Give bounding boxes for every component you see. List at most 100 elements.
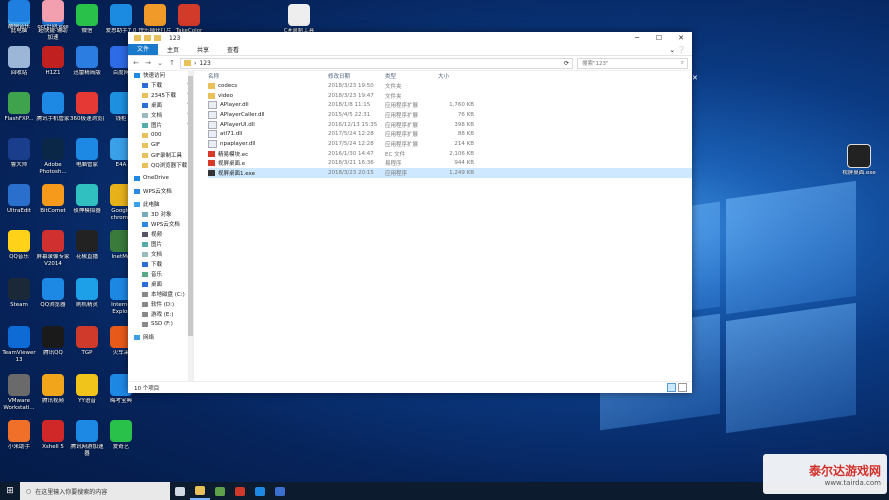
desktop-icon[interactable]: 腾讯QQ: [36, 326, 70, 357]
desktop-icon[interactable]: 微信: [70, 4, 104, 35]
desktop-icon-recorder[interactable]: C#录制工具: [282, 4, 316, 35]
nav-item[interactable]: 2345下载✎: [128, 90, 193, 100]
taskbar-qq-browser-button[interactable]: [250, 482, 270, 500]
breadcrumb[interactable]: 123: [199, 60, 210, 67]
desktop-icon[interactable]: 刷机精灵: [70, 278, 104, 309]
help-icon[interactable]: ⌄ ❔: [669, 46, 692, 54]
desktop-icon[interactable]: Xshell 5: [36, 420, 70, 451]
nav-item[interactable]: GIF: [128, 140, 193, 150]
desktop-icon[interactable]: 腾讯视频: [36, 374, 70, 405]
nav-item[interactable]: 下载✎: [128, 80, 193, 90]
close-button[interactable]: ✕: [670, 34, 692, 42]
nav-item[interactable]: 桌面✎: [128, 100, 193, 110]
recent-chevron-icon[interactable]: ⌄: [156, 59, 164, 67]
back-arrow-icon[interactable]: ←: [132, 59, 140, 67]
desktop-icon[interactable]: TGP: [70, 326, 104, 357]
desktop-icon[interactable]: FlashFXP...: [2, 92, 36, 123]
desktop-icon[interactable]: QQ音乐: [2, 230, 36, 261]
taskbar-app-5-button[interactable]: [270, 482, 290, 500]
desktop-icon[interactable]: 酷狗音乐: [2, 0, 36, 31]
desktop-icon[interactable]: ocr识别.exe: [36, 0, 70, 31]
table-row[interactable]: 视屏桌面1.exe 2018/3/23 20:15 应用程序 1,249 KB: [208, 168, 692, 178]
desktop-icon[interactable]: 屏幕录像专家 V2014: [36, 230, 70, 268]
desktop-icon[interactable]: 鲁大师: [2, 138, 36, 169]
nav-item[interactable]: 文档✎: [128, 110, 193, 120]
desktop-icon[interactable]: QQ浏览器: [36, 278, 70, 309]
title-bar[interactable]: 123 ─ ☐ ✕: [128, 32, 692, 44]
nav-item[interactable]: 桌面: [128, 279, 193, 289]
quick-access-toolbar[interactable]: [128, 35, 161, 41]
desktop-icon[interactable]: 小米助手: [2, 420, 36, 451]
table-row[interactable]: npaplayer.dll 2017/5/24 12:28 应用程序扩展 214 KB: [208, 139, 692, 149]
table-row[interactable]: APlayerUI.dll 2016/12/13 15:35 应用程序扩展 398 K…: [208, 120, 692, 130]
desktop-icon[interactable]: 快乐捕获打片: [138, 4, 172, 35]
table-row[interactable]: 精易模块.ec 2016/1/30 14:47 EC 文件 2,106 KB: [208, 149, 692, 159]
nav-item[interactable]: 本地磁盘 (C:): [128, 289, 193, 299]
desktop-icon[interactable]: YY语音: [70, 374, 104, 405]
desktop-icon-video-desktop[interactable]: 视屏桌面.exe: [842, 144, 876, 177]
nav-scrollbar[interactable]: [188, 70, 193, 382]
tab-share[interactable]: 共享: [188, 45, 218, 54]
large-icons-view-icon[interactable]: [678, 383, 687, 392]
navigation-pane[interactable]: 快速访问下载✎2345下载✎桌面✎文档✎图片✎ 000 GIF GIF录制工具 QQ浏览…: [128, 70, 194, 382]
desktop-icon[interactable]: UltraEdit: [2, 184, 36, 215]
nav-item[interactable]: 网络: [128, 332, 193, 342]
tab-view[interactable]: 查看: [218, 45, 248, 54]
nav-item[interactable]: QQ浏览器下载: [128, 160, 193, 170]
minimize-button[interactable]: ─: [626, 34, 648, 42]
maximize-button[interactable]: ☐: [648, 34, 670, 42]
desktop-icon[interactable]: 回收站: [2, 46, 36, 77]
taskbar-task-view-button[interactable]: [170, 482, 190, 500]
nav-item[interactable]: WPS云文档: [128, 186, 193, 196]
nav-item[interactable]: SSD (F:): [128, 319, 193, 329]
nav-item[interactable]: OneDrive: [128, 173, 193, 183]
desktop-icon[interactable]: 腾讯手机管家: [36, 92, 70, 123]
nav-item[interactable]: 软件 (D:): [128, 299, 193, 309]
desktop-icon[interactable]: 360极速浏览器: [70, 92, 104, 123]
desktop-icon[interactable]: TakeColor: [172, 4, 206, 35]
column-type[interactable]: 类型: [385, 72, 438, 80]
desktop-icon[interactable]: 腾讯网游加速 器: [70, 420, 104, 458]
nav-item[interactable]: 游戏 (E:): [128, 309, 193, 319]
nav-item[interactable]: GIF录制工具: [128, 150, 193, 160]
column-size[interactable]: 大小: [438, 72, 474, 80]
nav-item[interactable]: 000: [128, 130, 193, 140]
tab-file[interactable]: 文件: [128, 44, 159, 55]
nav-item[interactable]: 视频: [128, 229, 193, 239]
tab-home[interactable]: 主页: [158, 45, 188, 54]
nav-item[interactable]: 快速访问: [128, 70, 193, 80]
desktop-icon[interactable]: H1Z1: [36, 46, 70, 77]
desktop-icon[interactable]: BitComet: [36, 184, 70, 215]
forward-arrow-icon[interactable]: →: [144, 59, 152, 67]
table-row[interactable]: APlayerCaller.dll 2015/4/5 22:31 应用程序扩展 76 …: [208, 110, 692, 120]
table-row[interactable]: video 2018/3/23 19:47 文件夹: [208, 91, 692, 101]
refresh-icon[interactable]: ⟳: [564, 60, 569, 67]
taskbar-file-explorer-button[interactable]: [190, 482, 210, 500]
nav-item[interactable]: 下载: [128, 259, 193, 269]
nav-item[interactable]: 此电脑: [128, 199, 193, 209]
table-row[interactable]: 视屏桌面.e 2018/3/21 16:36 易程序 944 KB: [208, 159, 692, 169]
up-arrow-icon[interactable]: ↑: [168, 59, 176, 67]
desktop-icon[interactable]: 夜神模拟器: [70, 184, 104, 215]
desktop-icon[interactable]: VMware Workstati...: [2, 374, 36, 412]
nav-item[interactable]: 图片: [128, 239, 193, 249]
table-row[interactable]: APlayer.dll 2018/1/8 11:15 应用程序扩展 1,760 KB: [208, 100, 692, 110]
nav-item[interactable]: 3D 对象: [128, 209, 193, 219]
taskbar-app-2-button[interactable]: [210, 482, 230, 500]
taskbar-app-3-button[interactable]: [230, 482, 250, 500]
desktop-icon[interactable]: Steam: [2, 278, 36, 309]
column-name[interactable]: 名称: [208, 72, 328, 80]
table-row[interactable]: atl71.dll 2017/5/24 12:28 应用程序扩展 88 KB: [208, 129, 692, 139]
desktop-icon[interactable]: 爱思助手7.0: [104, 4, 138, 35]
nav-item[interactable]: 音乐: [128, 269, 193, 279]
desktop-icon[interactable]: 爱奇艺: [104, 420, 138, 451]
nav-item[interactable]: 文档: [128, 249, 193, 259]
address-box[interactable]: › 123 ⟳: [180, 57, 573, 69]
desktop-icon[interactable]: 迅雷精简版: [70, 46, 104, 77]
desktop-icon[interactable]: TeamViewer 13: [2, 326, 36, 364]
desktop-icon[interactable]: Adobe Photosh...: [36, 138, 70, 176]
details-view-icon[interactable]: [667, 383, 676, 392]
search-input[interactable]: 搜索"123" ⌕: [577, 57, 688, 69]
start-button[interactable]: ⊞: [0, 486, 20, 496]
desktop-icon[interactable]: 花椒直播: [70, 230, 104, 261]
